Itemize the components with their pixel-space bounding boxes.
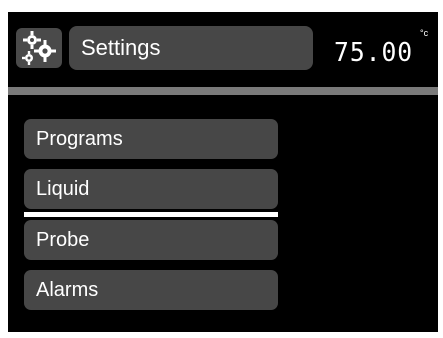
menu-item-alarms[interactable]: Alarms xyxy=(24,270,278,310)
menu-item-label: Programs xyxy=(36,128,123,150)
menu-item-liquid[interactable]: Liquid xyxy=(24,169,278,209)
temperature-value: 75.00 xyxy=(334,38,414,68)
menu-item-probe[interactable]: Probe xyxy=(24,220,278,260)
page-title: Settings xyxy=(81,35,161,60)
selection-indicator xyxy=(24,212,278,217)
device-screen: Settings 75.00 °c Programs Liquid Probe … xyxy=(8,12,438,332)
temperature-readout: 75.00 °c xyxy=(328,28,428,72)
temperature-unit: °c xyxy=(420,28,429,38)
menu-item-label: Probe xyxy=(36,229,90,251)
header: Settings 75.00 °c xyxy=(8,12,438,84)
menu-item-programs[interactable]: Programs xyxy=(24,119,278,159)
menu-item-label: Alarms xyxy=(36,279,99,301)
settings-app-button[interactable] xyxy=(16,28,62,68)
header-divider xyxy=(8,87,438,95)
title-box: Settings xyxy=(69,26,313,70)
menu-item-label: Liquid xyxy=(36,178,90,200)
